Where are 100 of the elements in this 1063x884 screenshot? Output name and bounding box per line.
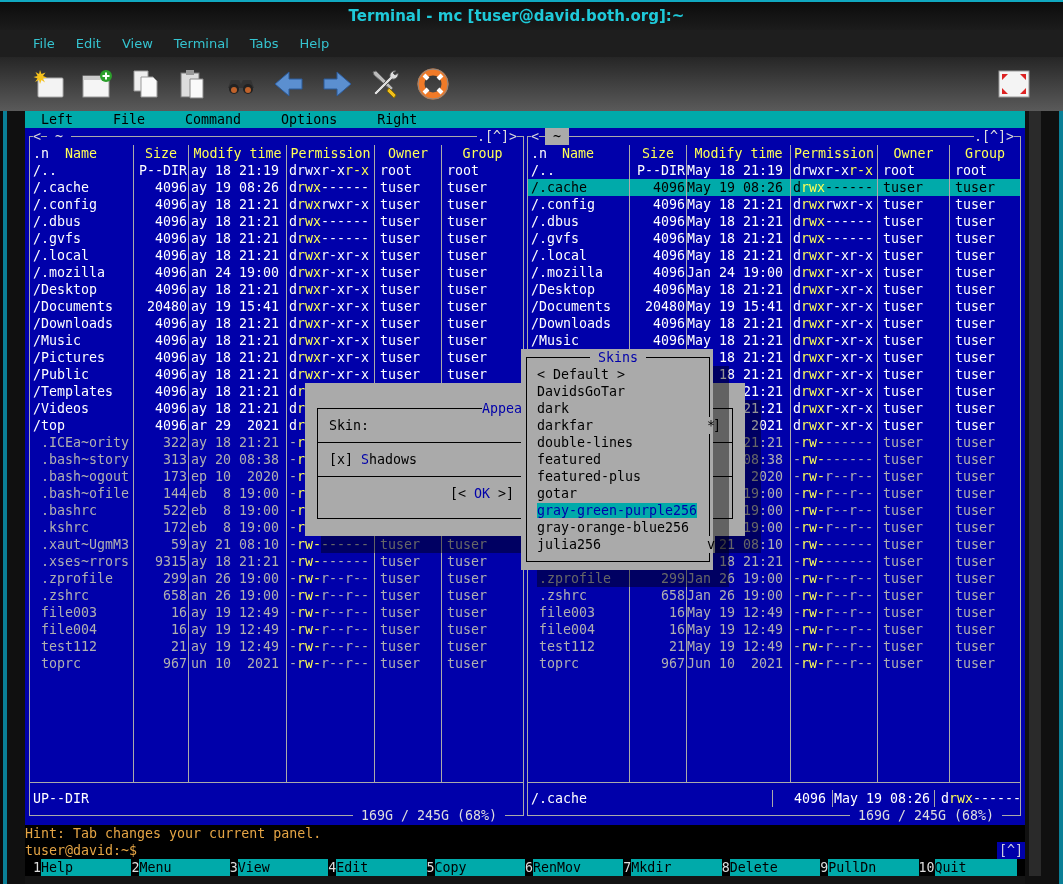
file-row[interactable]: file004 16 May 19 12:49 -rw-r--r-- tuser tuser	[528, 621, 1020, 638]
owner: root	[374, 162, 441, 179]
function-key-button[interactable]: Help	[41, 859, 132, 876]
permission: -rw-r--r--	[286, 587, 374, 604]
function-key-button[interactable]: Delete	[729, 859, 821, 876]
file-row[interactable]: /.cache 4096 May 19 08:26 drwx------ tuser tuser	[528, 179, 1020, 196]
permission: drwxr-xr-x	[790, 366, 877, 383]
file-row[interactable]: test112 21 May 19 12:49 -rw-r--r-- tuser tuser	[528, 638, 1020, 655]
hotlist-button[interactable]: .[^]>	[476, 128, 517, 145]
file-name: file004	[41, 622, 98, 637]
file-row[interactable]: toprc 967 Jun 10 2021 -rw-r--r-- tuser tuser	[528, 655, 1020, 672]
file-row[interactable]: /.gvfs 4096 May 18 21:21 drwx------ tuser tuser	[528, 230, 1020, 247]
list-item[interactable]: gotar	[537, 486, 578, 501]
group: tuser	[949, 179, 1020, 196]
file-row[interactable]: /Documents 20480 ay 19 15:41 drwxr-xr-x tuser tuser	[30, 298, 523, 315]
function-key-button[interactable]: Edit	[336, 859, 427, 876]
list-item[interactable]: DavidsGoTar	[537, 384, 626, 399]
file-size: 322	[133, 434, 188, 451]
list-item[interactable]: gray-green-purple256	[537, 503, 698, 518]
file-row[interactable]: /.mozilla 4096 an 24 19:00 drwxr-xr-x tuser tuser	[30, 264, 523, 281]
file-row[interactable]: .zprofile 299 an 26 19:00 -rw-r--r-- tuser tuser	[30, 570, 523, 587]
menu-item[interactable]: Right	[377, 111, 418, 128]
function-key-button[interactable]: View	[237, 859, 329, 876]
status-name: UP--DIR	[32, 790, 91, 807]
lifebuoy-icon[interactable]	[417, 68, 449, 100]
function-key-button[interactable]: Menu	[139, 859, 230, 876]
menu-item[interactable]: File	[113, 111, 146, 128]
group: tuser	[949, 451, 1020, 468]
function-key-button[interactable]: PullDn	[828, 859, 919, 876]
file-size: 658	[133, 587, 188, 604]
function-key-button[interactable]: Quit	[934, 859, 1017, 876]
list-item[interactable]: dark	[537, 401, 570, 416]
menu-item[interactable]: Edit	[75, 36, 101, 51]
file-row[interactable]: /Desktop 4096 May 18 21:21 drwxr-xr-x tuser tuser	[528, 281, 1020, 298]
function-key-button[interactable]: Mkdir	[631, 859, 722, 876]
window-plus-icon[interactable]	[81, 68, 113, 100]
group: tuser	[441, 213, 523, 230]
file-row[interactable]: /.local 4096 ay 18 21:21 drwxr-xr-x tuser tuser	[30, 247, 523, 264]
group: tuser	[441, 247, 523, 264]
menu-item[interactable]: View	[121, 36, 153, 51]
menu-item[interactable]: Tabs	[249, 36, 279, 51]
ok-button[interactable]: [< OK >]	[450, 485, 515, 502]
file-row[interactable]: /Downloads 4096 May 18 21:21 drwxr-xr-x tuser tuser	[528, 315, 1020, 332]
file-size: 299	[133, 570, 188, 587]
modify-time: eb 8 19:00	[188, 485, 286, 502]
menu-item[interactable]: Left	[41, 111, 74, 128]
list-item[interactable]: featured-plus	[537, 469, 642, 484]
file-row[interactable]: file003 16 ay 19 12:49 -rw-r--r-- tuser tuser	[30, 604, 523, 621]
menu-item[interactable]: Help	[299, 36, 330, 51]
window-star-icon[interactable]	[33, 68, 65, 100]
modify-time: an 26 19:00	[188, 570, 286, 587]
function-key-button[interactable]: Copy	[434, 859, 525, 876]
menu-item[interactable]: Command	[185, 111, 242, 128]
list-item[interactable]: darkfar	[537, 418, 594, 433]
file-row[interactable]: file003 16 May 19 12:49 -rw-r--r-- tuser tuser	[528, 604, 1020, 621]
file-row[interactable]: /.config 4096 May 18 21:21 drwxrwxr-x tuser tuser	[528, 196, 1020, 213]
file-row[interactable]: /.mozilla 4096 Jan 24 19:00 drwxr-xr-x tuser tuser	[528, 264, 1020, 281]
file-row[interactable]: /.dbus 4096 May 18 21:21 drwx------ tuser tuser	[528, 213, 1020, 230]
panel-toggle-button[interactable]: [^]	[996, 842, 1025, 859]
modify-time: May 19 12:49	[686, 621, 790, 638]
file-row[interactable]: /Music 4096 ay 18 21:21 drwxr-xr-x tuser tuser	[30, 332, 523, 349]
file-row[interactable]: test112 21 ay 19 12:49 -rw-r--r-- tuser tuser	[30, 638, 523, 655]
function-key-button[interactable]: RenMov	[532, 859, 624, 876]
permission: drwxr-xr-x	[286, 281, 374, 298]
file-row[interactable]: /Downloads 4096 ay 18 21:21 drwxr-xr-x tuser tuser	[30, 315, 523, 332]
file-size: 4096	[629, 196, 686, 213]
file-row[interactable]: file004 16 ay 19 12:49 -rw-r--r-- tuser tuser	[30, 621, 523, 638]
modify-time: Jun 10 2021	[686, 655, 790, 672]
file-row[interactable]: /.config 4096 ay 18 21:21 drwxrwxr-x tuser tuser	[30, 196, 523, 213]
modify-time: Jan 24 19:00	[686, 264, 790, 281]
list-item[interactable]: julia256	[537, 537, 602, 552]
fullscreen-icon[interactable]	[998, 68, 1030, 100]
file-row[interactable]: /Desktop 4096 ay 18 21:21 drwxr-xr-x tuser tuser	[30, 281, 523, 298]
menu-item[interactable]: Terminal	[173, 36, 229, 51]
file-row[interactable]: /.gvfs 4096 ay 18 21:21 drwx------ tuser tuser	[30, 230, 523, 247]
file-row[interactable]: /.dbus 4096 ay 18 21:21 drwx------ tuser tuser	[30, 213, 523, 230]
file-row[interactable]: toprc 967 un 10 2021 -rw-r--r-- tuser tuser	[30, 655, 523, 672]
owner: tuser	[877, 383, 949, 400]
tools-icon[interactable]	[369, 68, 401, 100]
list-item[interactable]: double-lines	[537, 435, 634, 450]
file-row[interactable]: /.local 4096 May 18 21:21 drwxr-xr-x tuser tuser	[528, 247, 1020, 264]
group: tuser	[441, 638, 523, 655]
modify-time: ar 29 2021	[188, 417, 286, 434]
file-name: /.dbus	[531, 214, 580, 229]
owner: tuser	[877, 655, 949, 672]
list-item[interactable]: featured	[537, 452, 602, 467]
file-row[interactable]: /.cache 4096 ay 19 08:26 drwx------ tuser tuser	[30, 179, 523, 196]
hotlist-button[interactable]: .[^]>	[973, 128, 1014, 145]
scrollbar[interactable]	[1029, 111, 1041, 876]
file-row[interactable]: /.. P--DIR ay 18 21:19 drwxr-xr-x root root	[30, 162, 523, 179]
file-row[interactable]: .zshrc 658 an 26 19:00 -rw-r--r-- tuser tuser	[30, 587, 523, 604]
file-size: 313	[133, 451, 188, 468]
file-row[interactable]: .zshrc 658 Jan 26 19:00 -rw-r--r-- tuser tuser	[528, 587, 1020, 604]
modify-time: May 18 21:21	[686, 196, 790, 213]
menu-item[interactable]: File	[33, 36, 55, 51]
file-row[interactable]: /Documents 20480 May 19 15:41 drwxr-xr-x tuser tuser	[528, 298, 1020, 315]
list-item[interactable]: < Default >	[537, 367, 626, 382]
owner: tuser	[374, 570, 441, 587]
hint-text: Hint: Tab changes your current panel.	[25, 825, 323, 842]
menu-item[interactable]: Options	[281, 111, 338, 128]
